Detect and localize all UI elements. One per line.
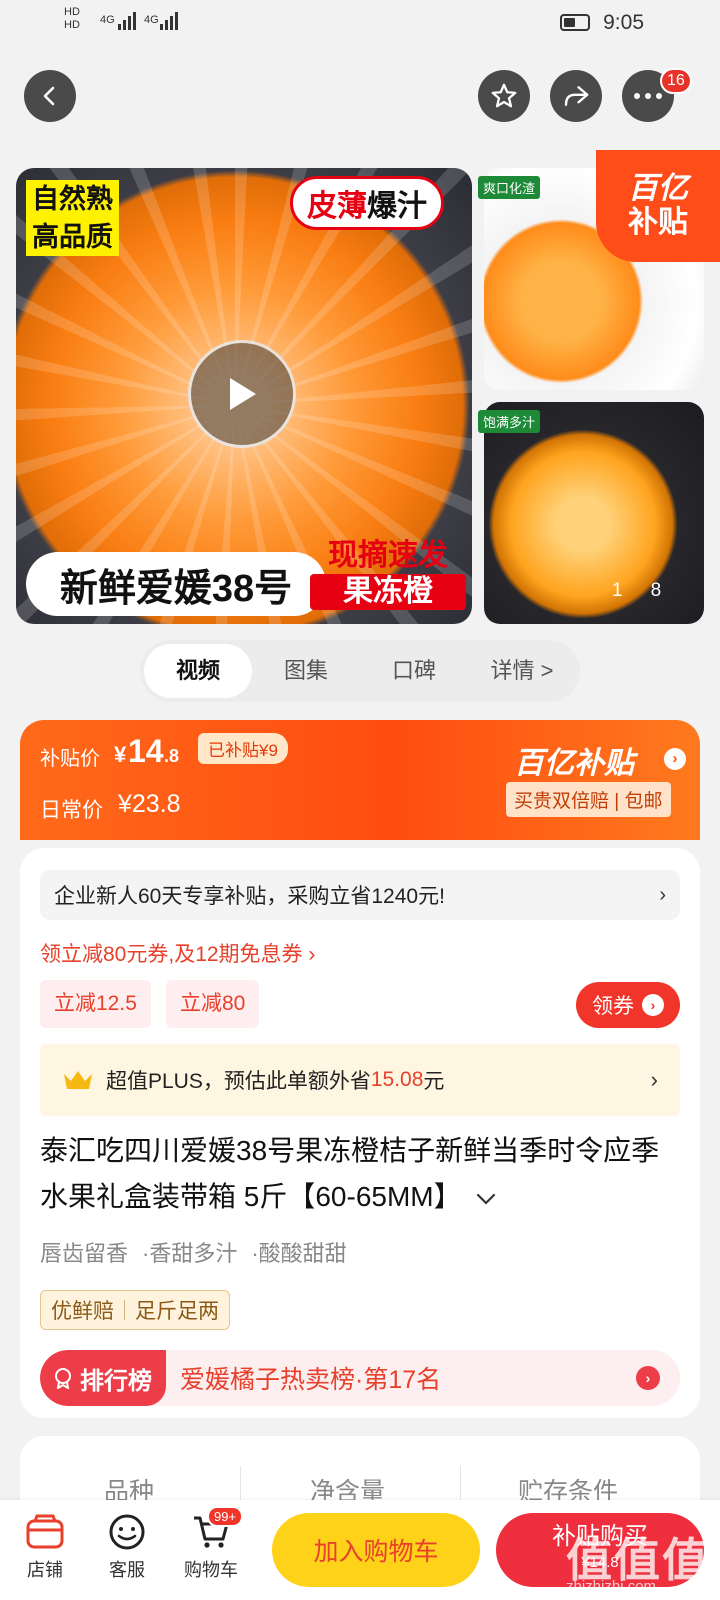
favorite-button[interactable]	[478, 70, 530, 122]
watermark-url: zhizhizhi.com	[566, 1578, 657, 1595]
play-button[interactable]	[188, 340, 296, 448]
discount-tag-1: 立减12.5	[40, 980, 151, 1028]
more-icon	[634, 93, 662, 99]
tab-video[interactable]: 视频	[144, 644, 252, 698]
back-button[interactable]	[24, 70, 76, 122]
ranking-label: 排行榜	[40, 1350, 166, 1406]
ranking-text: 爱媛橘子热卖榜·第17名	[180, 1366, 442, 1394]
thin-skin-tag: 皮薄爆汁	[290, 176, 444, 230]
discount-tag-2: 立减80	[166, 980, 260, 1028]
service-fresh-compensation: 优鲜赔	[51, 1300, 114, 1323]
subsidy-price-label: 补贴价	[40, 748, 100, 770]
chevron-right-icon[interactable]: ›	[664, 748, 686, 770]
clock: 9:05	[603, 11, 644, 34]
enterprise-promo-text: 企业新人60天专享补贴，采购立省1240元!	[54, 885, 445, 908]
customer-service-button[interactable]: 客服	[82, 1508, 172, 1582]
service-badge[interactable]: 优鲜赔 足斤足两	[40, 1290, 230, 1330]
back-icon	[43, 86, 55, 106]
already-subsidy-badge: 已补贴¥9	[198, 733, 288, 764]
tab-gallery[interactable]: 图集	[252, 644, 360, 698]
feature-tag: ·香甜多汁	[142, 1241, 238, 1266]
image-counter: 18	[612, 580, 690, 601]
media-tabs: 视频 图集 口碑 详情 >	[140, 640, 580, 702]
red-caption-top: 现摘速发	[328, 539, 448, 572]
play-icon	[230, 378, 256, 410]
ranking-bar[interactable]: 排行榜 爱媛橘子热卖榜·第17名 ›	[40, 1350, 680, 1406]
subsidy-price-int: 14	[128, 733, 164, 769]
chevron-down-icon	[477, 1193, 496, 1205]
main-caption: 新鲜爱媛38号	[26, 552, 326, 616]
status-bar: HD HD 4G 4G 9:05	[0, 0, 720, 50]
award-icon	[55, 1368, 71, 1389]
subsidy-brand[interactable]: 百亿补贴	[514, 738, 634, 782]
red-caption-bottom: 果冻橙	[310, 574, 466, 610]
signal-icon	[160, 12, 178, 30]
service-full-weight: 足斤足两	[135, 1300, 219, 1323]
coupon-link[interactable]: 领立减80元券,及12期免息券 ›	[40, 938, 315, 968]
tab-details[interactable]: 详情 >	[468, 644, 576, 698]
network-type-1: 4G	[100, 14, 115, 26]
star-icon	[491, 83, 517, 108]
red-caption: 现摘速发 果冻橙	[310, 538, 466, 610]
subsidy-price-dec: .8	[164, 746, 180, 766]
feature-tag: ·酸酸甜甜	[251, 1241, 347, 1266]
plus-savings-bar[interactable]: 超值PLUS，预估此单额外省 15.08 元 ›	[40, 1044, 680, 1116]
add-to-cart-button[interactable]: 加入购物车	[272, 1513, 480, 1587]
cart-badge: 99+	[207, 1506, 244, 1527]
daily-price-label: 日常价	[40, 799, 103, 822]
shop-button[interactable]: 店铺	[0, 1508, 90, 1582]
chevron-right-icon: ›	[650, 1067, 658, 1092]
product-title[interactable]: 泰汇吃四川爱媛38号果冻橙桔子新鲜当季时令应季水果礼盒装带箱 5斤【60-65M…	[40, 1128, 680, 1220]
network-type-2: 4G	[144, 14, 159, 26]
share-button[interactable]	[550, 70, 602, 122]
high-quality-tag: 高品质	[26, 218, 119, 256]
side-label-2: 饱满多汁	[478, 410, 541, 433]
share-icon	[564, 86, 589, 106]
tab-reviews[interactable]: 口碑	[360, 644, 468, 698]
guarantee-badge: 买贵双倍赔 | 包邮	[506, 782, 671, 817]
enterprise-promo[interactable]: 企业新人60天专享补贴，采购立省1240元! ›	[40, 870, 680, 920]
subsidy-corner-badge: 百亿 补贴	[596, 150, 720, 262]
feature-tags: 唇齿留香 ·香甜多汁 ·酸酸甜甜	[40, 1236, 347, 1268]
get-coupon-button[interactable]: 领券 ›	[576, 982, 680, 1028]
shop-icon	[26, 1514, 64, 1549]
chevron-right-icon: ›	[642, 994, 664, 1016]
natural-ripe-tag: 自然熟	[26, 180, 119, 218]
battery-icon	[560, 14, 590, 31]
crown-icon	[64, 1071, 92, 1089]
side-label-1: 爽口化渣	[478, 176, 541, 199]
hd-indicator: HD HD	[64, 6, 80, 31]
currency-symbol: ¥	[114, 742, 127, 767]
feature-tag: 唇齿留香	[40, 1241, 129, 1266]
daily-price: ¥23.8	[118, 790, 181, 818]
chat-icon	[109, 1514, 145, 1550]
signal-icon	[118, 12, 136, 30]
message-badge: 16	[660, 68, 692, 94]
chevron-right-icon: ›	[659, 883, 666, 906]
chevron-right-icon: ›	[636, 1366, 660, 1390]
